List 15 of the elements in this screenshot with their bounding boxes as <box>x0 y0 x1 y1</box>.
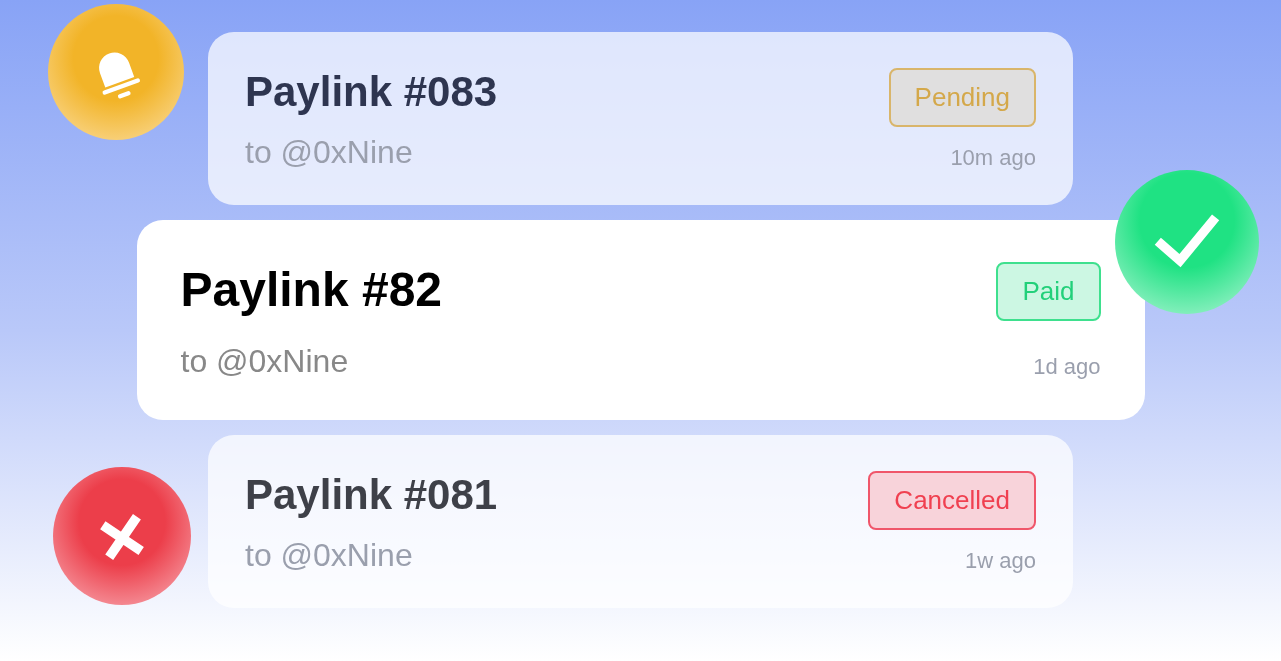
time-text: 1w ago <box>965 548 1036 574</box>
status-badge: Paid <box>996 262 1101 321</box>
recipient-text: to @0xNine <box>245 134 414 171</box>
paylink-card[interactable]: Paylink #083 to @0xNine Pending 10m ago <box>208 32 1073 205</box>
paylink-card[interactable]: Paylink #82 to @0xNine Paid 1d ago <box>136 220 1145 420</box>
recipient-text: to @0xNine <box>180 343 350 380</box>
paylink-title: Paylink #081 <box>245 471 498 519</box>
paylink-card[interactable]: Paylink #081 to @0xNine Cancelled 1w ago <box>208 435 1073 608</box>
status-badge: Cancelled <box>868 471 1036 530</box>
status-badge: Pending <box>888 68 1036 127</box>
paylink-title: Paylink #083 <box>245 68 498 116</box>
time-text: 1d ago <box>1033 354 1101 380</box>
time-text: 10m ago <box>950 145 1036 171</box>
paylink-title: Paylink #82 <box>180 262 442 317</box>
recipient-text: to @0xNine <box>245 537 414 574</box>
